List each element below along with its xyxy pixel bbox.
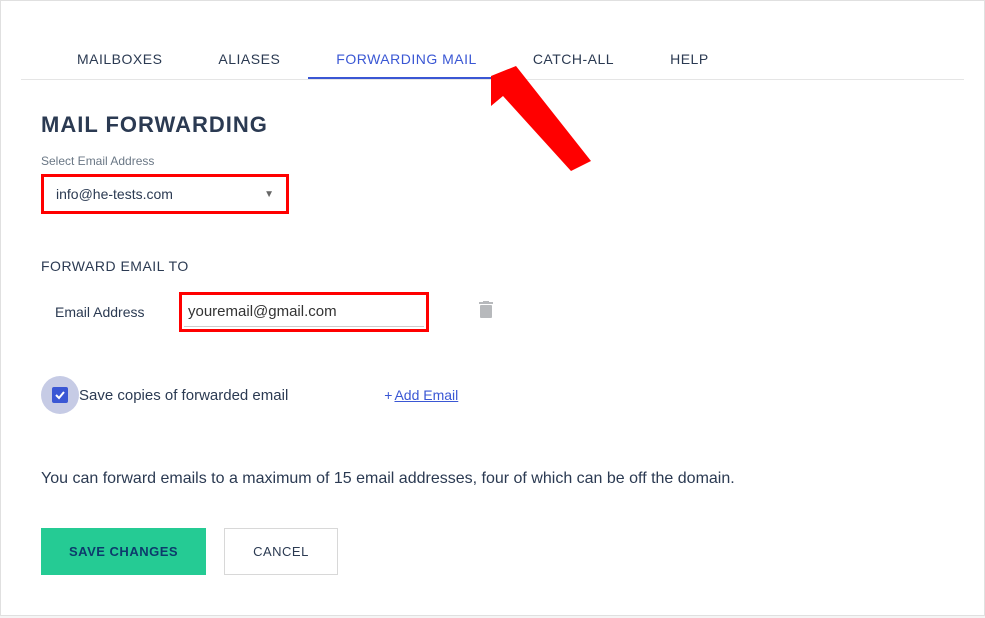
save-copies-checkbox[interactable] [41,376,79,414]
tab-bar: MAILBOXES ALIASES FORWARDING MAIL CATCH-… [21,41,964,80]
add-email-label: Add Email [394,387,458,403]
delete-email-button[interactable] [479,301,493,324]
action-buttons: SAVE CHANGES CANCEL [41,528,944,575]
forward-email-to-label: FORWARD EMAIL TO [41,258,944,274]
annotation-highlight-input [179,292,429,332]
email-address-select[interactable]: info@he-tests.com ▼ [46,179,284,209]
save-copies-label: Save copies of forwarded email [79,387,288,404]
save-copies-row: Save copies of forwarded email +Add Emai… [41,376,944,414]
check-icon [54,389,66,401]
annotation-highlight-select: info@he-tests.com ▼ [41,174,289,214]
chevron-down-icon: ▼ [264,189,274,200]
add-email-link[interactable]: +Add Email [384,387,458,403]
select-email-label: Select Email Address [41,154,944,168]
main-content: MAIL FORWARDING Select Email Address inf… [21,80,964,595]
tab-help[interactable]: HELP [642,41,737,79]
cancel-button[interactable]: CANCEL [224,528,338,575]
tab-aliases[interactable]: ALIASES [190,41,308,79]
settings-panel: MAILBOXES ALIASES FORWARDING MAIL CATCH-… [0,0,985,616]
tab-forwarding-mail[interactable]: FORWARDING MAIL [308,41,505,79]
page-title: MAIL FORWARDING [41,112,944,138]
plus-icon: + [384,387,392,403]
email-address-label: Email Address [41,304,161,320]
checkbox [52,387,68,403]
tab-catch-all[interactable]: CATCH-ALL [505,41,642,79]
forward-email-row: Email Address [41,292,944,332]
forward-email-input[interactable] [184,297,424,327]
trash-icon [479,301,493,319]
selected-email-value: info@he-tests.com [56,186,173,202]
help-text: You can forward emails to a maximum of 1… [41,470,944,488]
save-changes-button[interactable]: SAVE CHANGES [41,528,206,575]
tab-mailboxes[interactable]: MAILBOXES [49,41,190,79]
